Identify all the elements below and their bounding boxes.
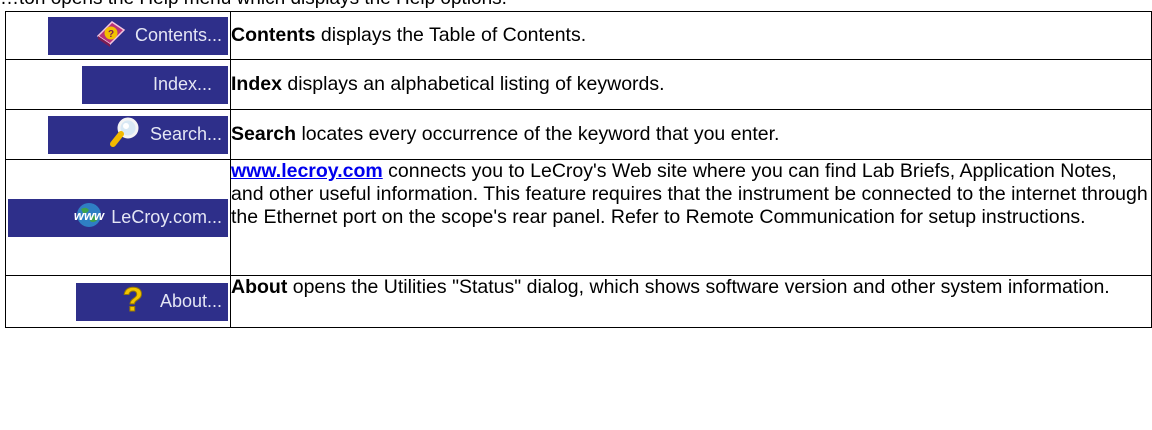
- intro-text: …ton opens the Help menu which displays …: [0, 0, 1152, 10]
- description-cell: About opens the Utilities "Status" dialo…: [230, 275, 1152, 328]
- about-term: About: [231, 276, 288, 298]
- www-globe-icon: www: [71, 200, 107, 235]
- table-row: Search... Search locates every occurrenc…: [5, 109, 1152, 160]
- svg-text:?: ?: [108, 29, 114, 40]
- index-button-label: Index...: [152, 74, 212, 94]
- svg-text:?: ?: [123, 282, 144, 316]
- description-cell: Index displays an alphabetical listing o…: [230, 59, 1152, 110]
- contents-button[interactable]: ? Contents...: [48, 16, 228, 55]
- button-cell: Index...: [5, 59, 231, 110]
- lecroy-com-button[interactable]: www LeCroy.com...: [8, 198, 228, 237]
- help-options-table: ? Contents... Contents displays the Tabl…: [5, 11, 1152, 328]
- search-term: Search: [231, 123, 297, 145]
- about-description: opens the Utilities "Status" dialog, whi…: [287, 276, 1110, 298]
- magnifier-icon: [108, 115, 142, 154]
- description-cell: www.lecroy.com connects you to LeCroy's …: [230, 159, 1152, 276]
- index-button[interactable]: Index...: [82, 65, 228, 104]
- book-question-icon: ?: [95, 18, 127, 53]
- about-button-label: About...: [159, 291, 222, 311]
- question-mark-icon: ?: [120, 281, 146, 321]
- button-cell: Search...: [5, 109, 231, 160]
- lecroy-link[interactable]: www.lecroy.com: [231, 160, 383, 182]
- index-description: displays an alphabetical listing of keyw…: [281, 73, 665, 95]
- table-row: ? Contents... Contents displays the Tabl…: [5, 11, 1152, 60]
- index-term: Index: [231, 73, 282, 95]
- table-row: www LeCroy.com... www.lecroy.com connect…: [5, 159, 1152, 276]
- search-description: locates every occurrence of the keyword …: [296, 123, 780, 145]
- description-cell: Search locates every occurrence of the k…: [230, 109, 1152, 160]
- contents-button-label: Contents...: [134, 25, 222, 45]
- contents-term: Contents: [231, 24, 316, 46]
- lecroy-com-button-label: LeCroy.com...: [111, 207, 222, 227]
- button-cell: ? About...: [5, 275, 231, 328]
- table-row: Index... Index displays an alphabetical …: [5, 59, 1152, 110]
- table-row: ? About... About opens the Utilities "St…: [5, 275, 1152, 328]
- search-button[interactable]: Search...: [48, 115, 228, 154]
- search-button-label: Search...: [149, 124, 222, 144]
- description-cell: Contents displays the Table of Contents.: [230, 11, 1152, 60]
- about-button[interactable]: ? About...: [76, 281, 228, 321]
- button-cell: www LeCroy.com...: [5, 159, 231, 276]
- button-cell: ? Contents...: [5, 11, 231, 60]
- contents-description: displays the Table of Contents.: [315, 24, 587, 46]
- svg-text:www: www: [74, 208, 105, 223]
